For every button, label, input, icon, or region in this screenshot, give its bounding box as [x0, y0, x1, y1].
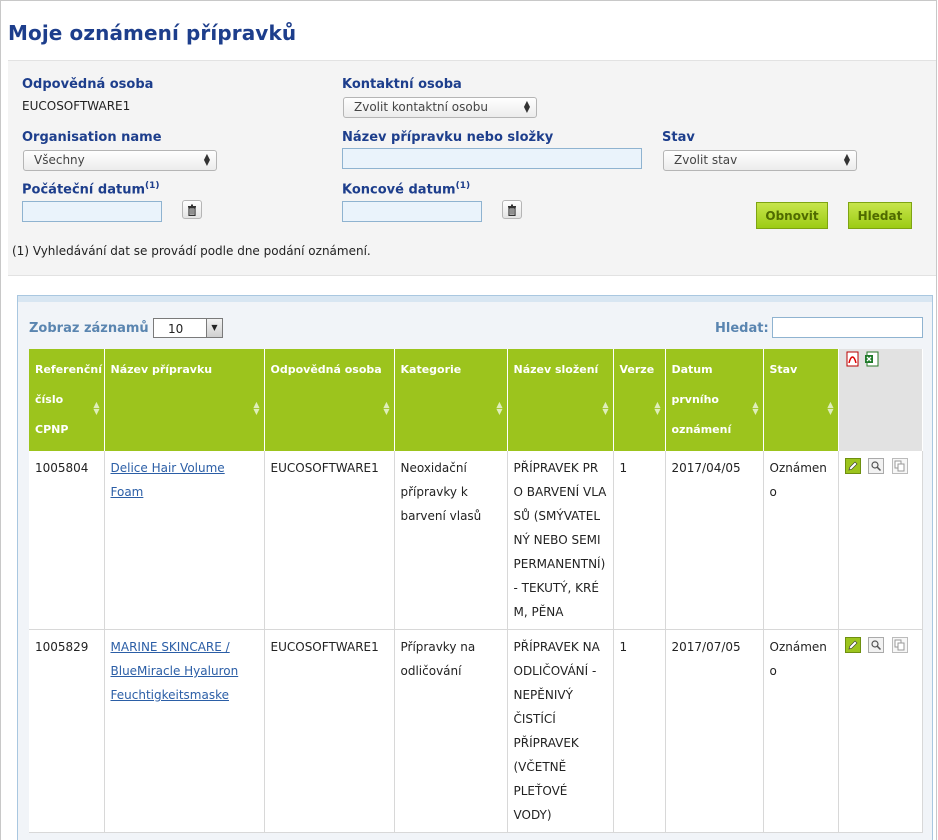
- start-date-note-ref: (1): [145, 181, 160, 191]
- contact-person-select[interactable]: Zvolit kontaktní osobu ▲ ▼: [343, 97, 537, 118]
- column-header-formulation[interactable]: Název složení ▲ ▼: [507, 349, 614, 451]
- sort-icon: ▲ ▼: [654, 400, 661, 416]
- page-title: Moje oznámení přípravků: [8, 21, 297, 45]
- product-name-input[interactable]: [342, 148, 642, 169]
- results-topbar: [18, 296, 932, 302]
- column-header-responsible-person[interactable]: Odpovědná osoba ▲ ▼: [264, 349, 395, 451]
- copy-icon[interactable]: [892, 637, 909, 653]
- column-header-export: [837, 349, 923, 451]
- end-date-label: Koncové datum(1): [342, 181, 470, 197]
- trash-icon: [508, 204, 516, 216]
- copy-icon[interactable]: [892, 458, 909, 474]
- column-header-cpnp[interactable]: Referenční číslo CPNP ▲ ▼: [29, 349, 105, 451]
- date-footnote: (1) Vyhledávání dat se provádí podle dne…: [12, 244, 371, 258]
- sort-icon: ▲ ▼: [827, 400, 834, 416]
- column-header-label: Kategorie: [400, 363, 462, 376]
- column-header-label: Verze: [619, 363, 655, 376]
- page-size-value: 10: [168, 322, 184, 336]
- sort-icon: ▲ ▼: [383, 400, 390, 416]
- sort-icon: ▲ ▼: [93, 400, 100, 416]
- column-header-label: Odpovědná osoba: [270, 363, 382, 376]
- cell-version: 1: [613, 451, 666, 630]
- column-header-label: Datum prvního oznámení: [671, 363, 732, 436]
- select-arrows-icon: ▲ ▼: [523, 99, 530, 114]
- product-link[interactable]: Delice Hair Volume Foam: [111, 461, 225, 499]
- clear-end-date-button[interactable]: [502, 200, 522, 219]
- page-frame: Moje oznámení přípravků Odpovědná osoba …: [0, 0, 937, 840]
- end-date-label-text: Koncové datum: [342, 182, 456, 198]
- product-link[interactable]: MARINE SKINCARE / BlueMiracle Hyaluron F…: [111, 640, 239, 702]
- contact-person-selected: Zvolit kontaktní osobu: [354, 100, 488, 114]
- cell-cpnp: 1005829: [29, 629, 105, 833]
- page-size-label: Zobraz záznamů: [29, 321, 149, 336]
- organisation-select[interactable]: Všechny ▲ ▼: [23, 150, 217, 171]
- organisation-selected: Všechny: [34, 153, 85, 167]
- edit-icon[interactable]: [844, 637, 861, 653]
- organisation-label: Organisation name: [22, 130, 162, 145]
- table-row: 1005804 Delice Hair Volume Foam EUCOSOFT…: [29, 451, 923, 630]
- table-search-input[interactable]: [772, 317, 923, 338]
- select-arrows-icon: ▲ ▼: [203, 152, 210, 167]
- start-date-input[interactable]: [22, 201, 162, 222]
- cell-category: Přípravky na odličování: [394, 629, 508, 833]
- edit-icon[interactable]: [844, 458, 861, 474]
- search-button[interactable]: Hledat: [848, 202, 912, 229]
- cell-formulation: PŘÍPRAVEK NA ODLIČOVÁNÍ - NEPĚNIVÝ ČISTÍ…: [507, 629, 614, 833]
- sort-icon: ▲ ▼: [752, 400, 759, 416]
- contact-person-label: Kontaktní osoba: [342, 77, 462, 92]
- end-date-note-ref: (1): [455, 181, 471, 191]
- cell-actions: [838, 451, 923, 630]
- cell-responsible: EUCOSOFTWARE1: [264, 451, 395, 630]
- select-arrows-icon: ▲ ▼: [843, 152, 850, 167]
- excel-export-icon[interactable]: [864, 349, 880, 379]
- column-header-status[interactable]: Stav ▲ ▼: [763, 349, 839, 451]
- column-header-product-name[interactable]: Název přípravku ▲ ▼: [104, 349, 265, 451]
- cell-status: Oznámeno: [763, 629, 839, 833]
- table-row: 1005829 MARINE SKINCARE / BlueMiracle Hy…: [29, 629, 923, 833]
- pdf-export-icon[interactable]: [845, 349, 861, 379]
- column-header-label: Referenční číslo CPNP: [35, 363, 103, 436]
- clear-start-date-button[interactable]: [182, 200, 202, 219]
- notifications-table: Referenční číslo CPNP ▲ ▼ Název přípravku ▲…: [29, 349, 923, 833]
- sort-icon: ▲ ▼: [602, 400, 609, 416]
- status-selected: Zvolit stav: [674, 153, 738, 167]
- cell-status: Oznámeno: [763, 451, 839, 630]
- status-select[interactable]: Zvolit stav ▲ ▼: [663, 150, 857, 171]
- cell-product-name: MARINE SKINCARE / BlueMiracle Hyaluron F…: [104, 629, 265, 833]
- start-date-label: Počáteční datum(1): [22, 181, 160, 197]
- results-panel: Zobraz záznamů 10 ▼ Hledat: Referenční č…: [17, 295, 933, 840]
- column-header-label: Název přípravku: [110, 363, 213, 376]
- column-header-date[interactable]: Datum prvního oznámení ▲ ▼: [665, 349, 764, 451]
- table-header-row: Referenční číslo CPNP ▲ ▼ Název přípravku ▲…: [29, 349, 923, 451]
- view-icon[interactable]: [868, 458, 885, 474]
- column-header-version[interactable]: Verze ▲ ▼: [613, 349, 666, 451]
- trash-icon: [188, 204, 196, 216]
- cell-date: 2017/07/05: [665, 629, 764, 833]
- status-label: Stav: [662, 130, 695, 145]
- cell-actions: [838, 629, 923, 833]
- product-name-label: Název přípravku nebo složky: [342, 130, 554, 145]
- cell-product-name: Delice Hair Volume Foam: [104, 451, 265, 630]
- end-date-input[interactable]: [342, 201, 482, 222]
- sort-icon: ▲ ▼: [253, 400, 260, 416]
- table-search-label: Hledat:: [715, 321, 769, 336]
- column-header-label: Stav: [769, 363, 798, 376]
- cell-date: 2017/04/05: [665, 451, 764, 630]
- view-icon[interactable]: [868, 637, 885, 653]
- dropdown-arrow-icon: ▼: [206, 319, 222, 337]
- cell-responsible: EUCOSOFTWARE1: [264, 629, 395, 833]
- column-header-label: Název složení: [513, 363, 599, 376]
- responsible-person-label: Odpovědná osoba: [22, 77, 154, 92]
- start-date-label-text: Počáteční datum: [22, 182, 146, 198]
- cell-category: Neoxidační přípravky k barvení vlasů: [394, 451, 508, 630]
- responsible-person-value: EUCOSOFTWARE1: [22, 99, 131, 113]
- reset-button[interactable]: Obnovit: [756, 202, 828, 229]
- cell-cpnp: 1005804: [29, 451, 105, 630]
- sort-icon: ▲ ▼: [496, 400, 503, 416]
- cell-version: 1: [613, 629, 666, 833]
- page-size-select[interactable]: 10 ▼: [153, 318, 223, 338]
- cell-formulation: PŘÍPRAVEK PRO BARVENÍ VLASŮ (SMÝVATELNÝ …: [507, 451, 614, 630]
- column-header-category[interactable]: Kategorie ▲ ▼: [394, 349, 508, 451]
